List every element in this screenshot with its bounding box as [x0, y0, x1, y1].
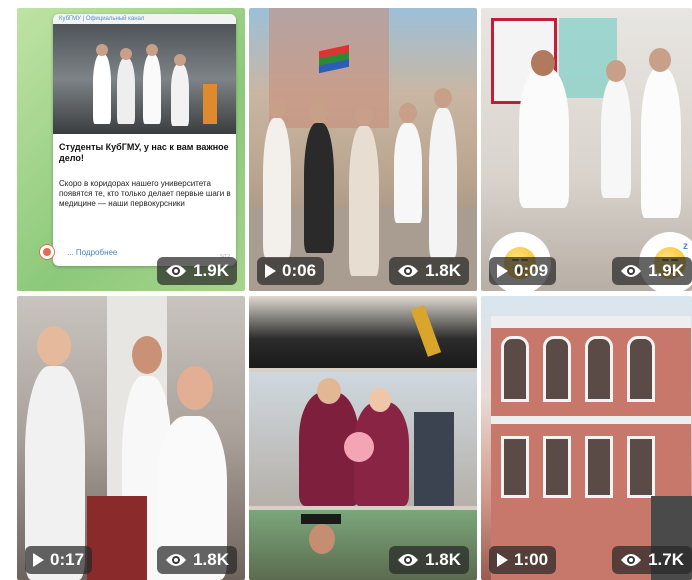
- play-icon: [497, 264, 508, 278]
- duration-badge: 0:17: [25, 546, 93, 574]
- views-badge: 1.7K: [612, 546, 692, 574]
- collage-photo-middle: [249, 372, 477, 506]
- duration: 0:09: [514, 261, 549, 280]
- post-channel-name: КубГМУ | Официальный канал: [53, 14, 236, 24]
- media-tile-5[interactable]: 1.8K: [249, 296, 477, 580]
- eye-icon: [166, 554, 187, 566]
- media-tile-4[interactable]: 0:17 1.8K: [17, 296, 245, 580]
- post-card[interactable]: КубГМУ | Официальный канал Студенты КубГ…: [53, 14, 236, 266]
- views-badge: 1.9K: [157, 257, 237, 285]
- views-badge: 1.9K: [612, 257, 692, 285]
- views-count: 1.8K: [425, 261, 461, 280]
- media-tile-6[interactable]: 1:00 1.7K: [481, 296, 692, 580]
- duration-badge: 1:00: [489, 546, 557, 574]
- play-icon: [265, 264, 276, 278]
- eye-icon: [166, 265, 187, 277]
- views-count: 1.9K: [648, 261, 684, 280]
- media-tile-3[interactable]: z 0:09 1.9K: [481, 8, 692, 291]
- views-count: 1.8K: [425, 550, 461, 569]
- duration: 0:17: [50, 550, 85, 569]
- eye-icon: [398, 265, 419, 277]
- play-icon: [33, 553, 44, 567]
- eye-icon: [398, 554, 419, 566]
- views-badge: 1.8K: [389, 257, 469, 285]
- read-more-link[interactable]: ... Подробнее: [67, 248, 117, 257]
- media-tile-2[interactable]: 0:06 1.8K: [249, 8, 477, 291]
- views-count: 1.7K: [648, 550, 684, 569]
- media-tile-1[interactable]: КубГМУ | Официальный канал Студенты КубГ…: [17, 8, 245, 291]
- duration-badge: 0:09: [489, 257, 557, 285]
- channel-logo-icon: [39, 244, 55, 260]
- post-photo: [53, 24, 236, 134]
- views-badge: 1.8K: [389, 546, 469, 574]
- duration-badge: 0:06: [257, 257, 325, 285]
- views-count: 1.8K: [193, 550, 229, 569]
- collage-photo-top: [249, 296, 477, 368]
- duration: 1:00: [514, 550, 549, 569]
- post-body: Скоро в коридорах нашего университета по…: [59, 179, 231, 208]
- eye-icon: [621, 554, 642, 566]
- play-icon: [497, 553, 508, 567]
- post-title: Студенты КубГМУ, у нас к вам важное дело…: [59, 142, 229, 163]
- views-badge: 1.8K: [157, 546, 237, 574]
- views-count: 1.9K: [193, 261, 229, 280]
- eye-icon: [621, 265, 642, 277]
- duration: 0:06: [282, 261, 317, 280]
